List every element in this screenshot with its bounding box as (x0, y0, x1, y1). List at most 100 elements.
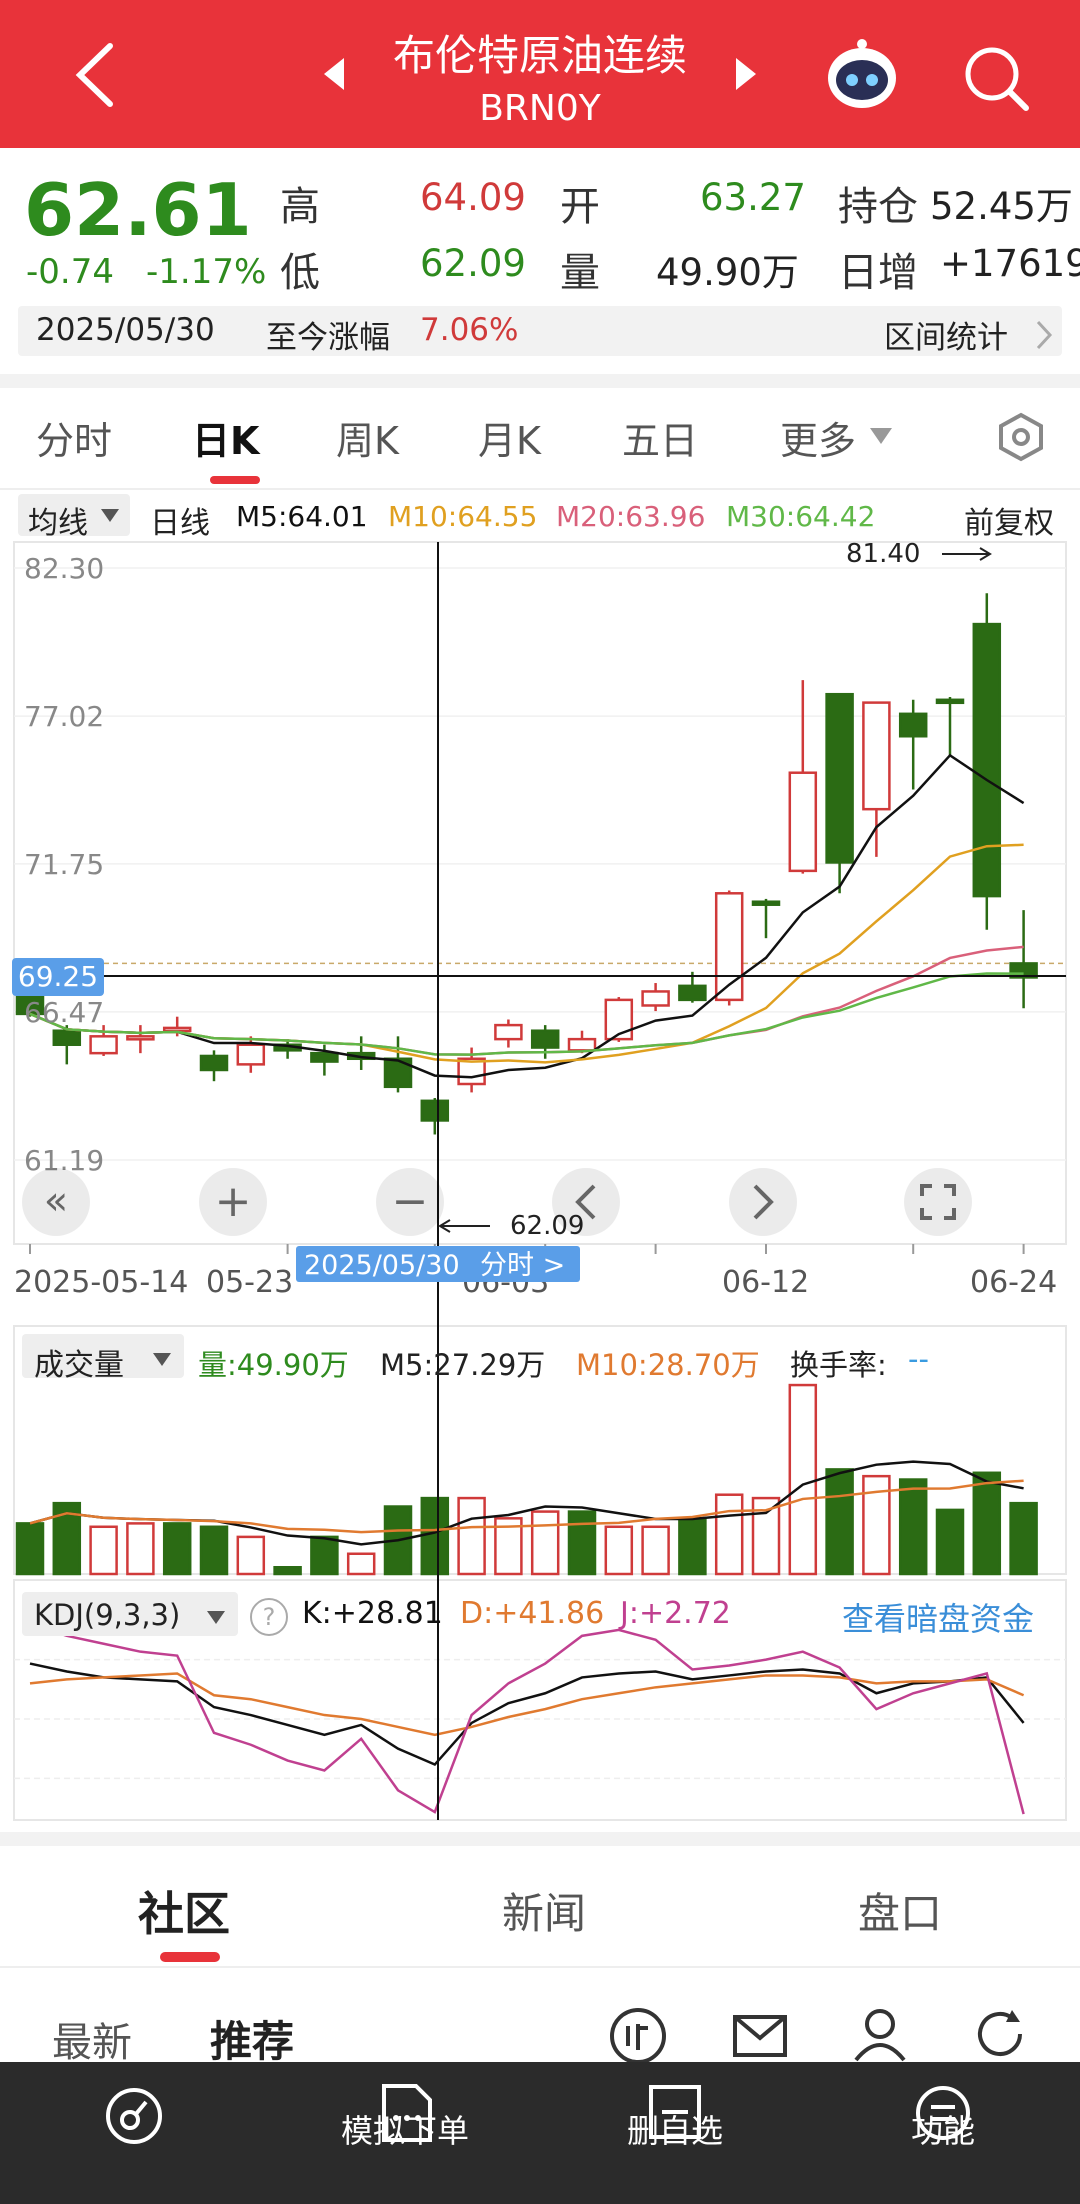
high-value: 64.09 (420, 176, 526, 219)
candle-body (162, 1026, 192, 1033)
minus-icon: − (392, 1176, 429, 1227)
volume-value: 49.90万 (656, 251, 799, 294)
date-tick: 06-24 (970, 1265, 1057, 1300)
volume-bar (935, 1508, 965, 1576)
open-value: 63.27 (700, 176, 806, 219)
candle-body (678, 984, 707, 1002)
refresh-icon[interactable] (972, 2006, 1030, 2062)
candle-body (567, 1037, 597, 1052)
fullscreen-button (904, 1168, 972, 1236)
turnover-value: -- (908, 1342, 929, 1376)
divider (0, 1832, 1080, 1846)
tab-intraday[interactable]: 分时 (36, 410, 112, 465)
price-axis: 82.30 77.02 71.75 66.47 61.19 (24, 552, 104, 1177)
candle-body (751, 900, 781, 906)
dark-pool-link[interactable]: 查看暗盘资金 (842, 1594, 1034, 1640)
tab-five-day[interactable]: 五日 (622, 410, 698, 465)
plus-icon: + (215, 1176, 252, 1227)
volume-bar (199, 1525, 229, 1576)
volume-indicator-name: 成交量 (34, 1348, 124, 1383)
volume-bar (346, 1552, 376, 1576)
range-stats-button[interactable]: 区间统计 (884, 312, 1008, 357)
search-icon[interactable] (962, 44, 1032, 114)
nav-functions[interactable]: 功能 (843, 2106, 1043, 2152)
community-badge-icon[interactable] (606, 2006, 670, 2062)
app-header: 布伦特原油连续 BRN0Y (0, 0, 1080, 148)
volume-bar (420, 1496, 450, 1576)
zoom-controls: « + − (22, 1168, 972, 1236)
tab-monthly-k[interactable]: 月K (478, 410, 541, 465)
price-tick: 82.30 (24, 552, 104, 585)
settings-hexagon-icon[interactable] (996, 412, 1046, 462)
volume-bar (236, 1535, 266, 1576)
user-icon[interactable] (852, 2006, 908, 2062)
volume-bar (457, 1496, 486, 1576)
volume-bar (567, 1510, 597, 1576)
volume-bar (898, 1478, 928, 1576)
caret-down-icon (207, 1611, 225, 1624)
volume-ma5: M5:27.29万 (380, 1348, 546, 1382)
ma30-line (29, 972, 1024, 1056)
kdj-indicator-name: KDJ(9,3,3) (34, 1598, 181, 1632)
subtab-latest[interactable]: 最新 (52, 2010, 132, 2068)
caret-down-icon (153, 1353, 171, 1366)
volume-bar (1009, 1501, 1038, 1576)
date-tick: 2025-05-14 (14, 1265, 188, 1300)
high-annotation: 81.40 (846, 540, 920, 569)
crosshair-date: 2025/05/30 (304, 1250, 460, 1281)
scroll-left-button (552, 1168, 620, 1236)
candle-body (898, 712, 928, 738)
tab-weekly-k[interactable]: 周K (336, 410, 399, 465)
price-tick: 66.47 (24, 996, 104, 1029)
trade-icon[interactable] (104, 2086, 164, 2146)
tab-order-book[interactable]: 盘口 (858, 1880, 942, 1941)
contract-name: 布伦特原油连续 (392, 31, 687, 80)
chevron-right-icon (1036, 320, 1053, 350)
robot-assistant-icon[interactable] (822, 38, 902, 114)
since-change-label: 至今涨幅 (266, 320, 390, 356)
volume-bar (714, 1493, 744, 1576)
tab-more[interactable]: 更多 (780, 410, 856, 465)
scroll-right-button (729, 1168, 797, 1236)
price-change-pct: -1.17% (146, 252, 267, 292)
volume-label: 量 (560, 250, 600, 296)
help-icon[interactable]: ? (250, 1598, 288, 1636)
daily-change-value: +17619 (940, 242, 1080, 285)
high-label: 高 (280, 184, 320, 230)
divider (0, 1966, 1080, 1968)
subtab-recommended[interactable]: 推荐 (210, 2008, 294, 2069)
candle-body (420, 1099, 450, 1122)
nav-simulated-order[interactable]: 模拟下单 (305, 2106, 505, 2152)
adjust-mode[interactable]: 前复权 (964, 498, 1054, 542)
ma10-value: M10:64.55 (388, 500, 538, 533)
candle-body (126, 1035, 155, 1041)
tab-active-indicator (160, 1952, 220, 1962)
volume-bar (678, 1517, 707, 1576)
volume-bar (530, 1510, 560, 1576)
tab-daily-k[interactable]: 日K (192, 410, 259, 465)
volume-bar (310, 1535, 339, 1576)
kdj-k-value: K:+28.81 (302, 1596, 443, 1631)
volume-bar (126, 1522, 155, 1576)
caret-down-icon (101, 509, 119, 522)
volume-bar (89, 1525, 118, 1576)
volume-bar (15, 1522, 45, 1576)
mail-icon[interactable] (732, 2014, 788, 2058)
divider (0, 488, 1080, 490)
candle-body (972, 622, 1002, 898)
tab-news[interactable]: 新闻 (502, 1880, 586, 1941)
date-tick: 05-23 (206, 1265, 293, 1300)
candle-body (935, 698, 965, 705)
open-interest-label: 持仓 (838, 184, 918, 230)
nav-remove-watchlist[interactable]: 删自选 (575, 2106, 775, 2152)
kdj-j-value: J:+2.72 (620, 1596, 731, 1631)
volume-series (15, 1383, 1038, 1576)
candle-body (788, 771, 818, 873)
tab-community[interactable]: 社区 (138, 1878, 230, 1944)
next-contract-icon[interactable] (734, 56, 758, 92)
candle-body (199, 1054, 229, 1072)
contract-code: BRN0Y (479, 88, 601, 129)
ma-period: 日线 (150, 506, 210, 541)
date-tick: 06-12 (722, 1265, 809, 1300)
volume-bar (273, 1566, 302, 1576)
